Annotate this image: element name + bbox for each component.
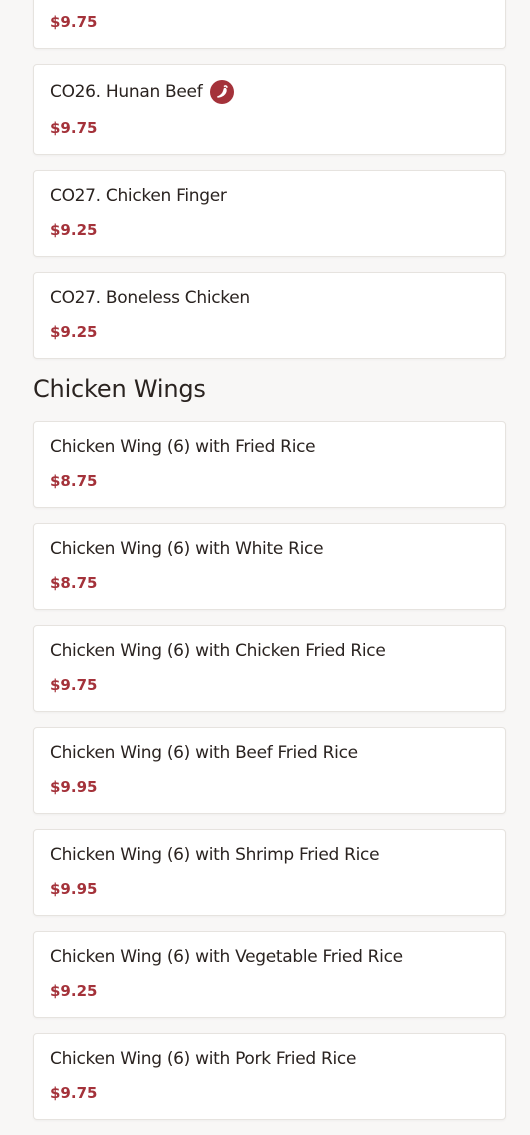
- menu-item-price: $9.75: [50, 1084, 98, 1102]
- menu-item-card[interactable]: Chicken Wing (6) with Vegetable Fried Ri…: [33, 931, 506, 1018]
- menu-item-card[interactable]: CO26. Hunan Beef $9.75: [33, 64, 506, 155]
- menu-item-name: Chicken Wing (6) with Vegetable Fried Ri…: [50, 947, 403, 967]
- menu-item-price: $9.25: [50, 982, 98, 1000]
- menu-item-card[interactable]: $9.75: [33, 0, 506, 49]
- menu-item-price: $9.75: [50, 119, 98, 137]
- menu-item-card[interactable]: Chicken Wing (6) with Beef Fried Rice $9…: [33, 727, 506, 814]
- menu-item-name: CO26. Hunan Beef: [50, 82, 203, 102]
- menu-item-card[interactable]: Chicken Wing (6) with Pork Fried Rice $9…: [33, 1033, 506, 1120]
- section-title: Chicken Wings: [33, 375, 206, 403]
- spicy-pepper-icon: [210, 80, 235, 104]
- menu-item-card[interactable]: Chicken Wing (6) with Chicken Fried Rice…: [33, 625, 506, 712]
- menu-item-price: $9.75: [50, 676, 98, 694]
- menu-item-name: CO27. Chicken Finger: [50, 186, 227, 206]
- menu-item-price: $9.75: [50, 13, 98, 31]
- menu-item-name: Chicken Wing (6) with Beef Fried Rice: [50, 743, 358, 763]
- menu-item-card[interactable]: Chicken Wing (6) with White Rice $8.75: [33, 523, 506, 610]
- menu-item-price: $8.75: [50, 472, 98, 490]
- menu-item-card[interactable]: Chicken Wing (6) with Shrimp Fried Rice …: [33, 829, 506, 916]
- menu-item-price: $9.95: [50, 880, 98, 898]
- menu-item-price: $9.95: [50, 778, 98, 796]
- menu-item-card[interactable]: Chicken Wing (6) with Fried Rice $8.75: [33, 421, 506, 508]
- menu-item-name: Chicken Wing (6) with Pork Fried Rice: [50, 1049, 357, 1069]
- menu-item-name: CO27. Boneless Chicken: [50, 288, 250, 308]
- menu-item-name: Chicken Wing (6) with Fried Rice: [50, 437, 316, 457]
- menu-item-card[interactable]: CO27. Chicken Finger $9.25: [33, 170, 506, 257]
- menu-item-name: Chicken Wing (6) with Chicken Fried Rice: [50, 641, 386, 661]
- menu-list: $9.75 CO26. Hunan Beef $9.75 CO27. Chick…: [33, 0, 506, 1135]
- menu-item-price: $9.25: [50, 323, 98, 341]
- menu-item-price: $9.25: [50, 221, 98, 239]
- menu-item-name: Chicken Wing (6) with White Rice: [50, 539, 324, 559]
- menu-item-price: $8.75: [50, 574, 98, 592]
- menu-item-name-wrap: CO26. Hunan Beef: [50, 80, 235, 104]
- menu-item-name: Chicken Wing (6) with Shrimp Fried Rice: [50, 845, 380, 865]
- menu-item-card[interactable]: CO27. Boneless Chicken $9.25: [33, 272, 506, 359]
